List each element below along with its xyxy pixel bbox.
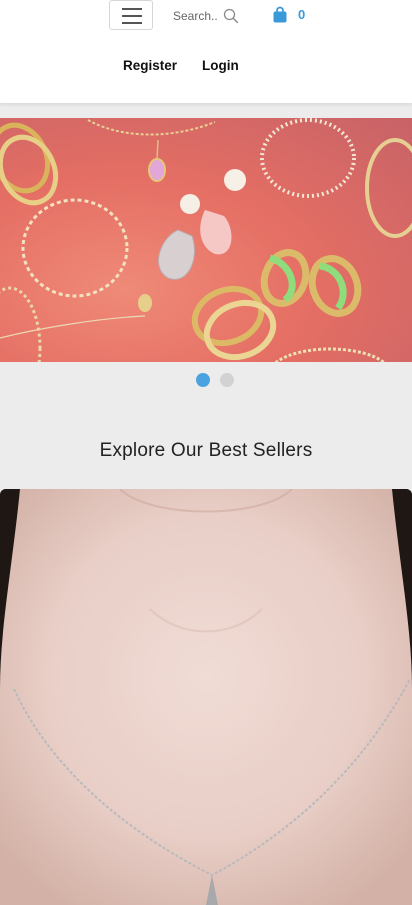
carousel-pagination [196,373,234,387]
search-box[interactable]: Search.. [173,6,239,26]
hamburger-menu-button[interactable] [109,0,153,30]
cart-link[interactable]: 0 [272,6,305,23]
jewelry-collage-illustration [0,118,412,362]
shopping-bag-icon[interactable] [272,6,288,23]
bestsellers-heading: Explore Our Best Sellers [99,440,313,461]
cart-count-badge: 0 [298,7,306,22]
hero-banner-image[interactable] [0,118,412,362]
search-icon[interactable] [223,8,239,24]
site-header: Search.. 0 Register Login [0,0,412,103]
menu-bar [122,22,142,24]
carousel-dot-2[interactable] [220,373,234,387]
register-link[interactable]: Register [123,58,177,73]
carousel-dot-1[interactable] [196,373,210,387]
login-link[interactable]: Login [202,58,239,73]
menu-bar [122,8,142,10]
menu-bar [122,15,142,17]
necklace-model-photo [0,489,412,905]
search-input[interactable]: Search.. [173,9,218,23]
product-image-necklace[interactable] [0,489,412,905]
